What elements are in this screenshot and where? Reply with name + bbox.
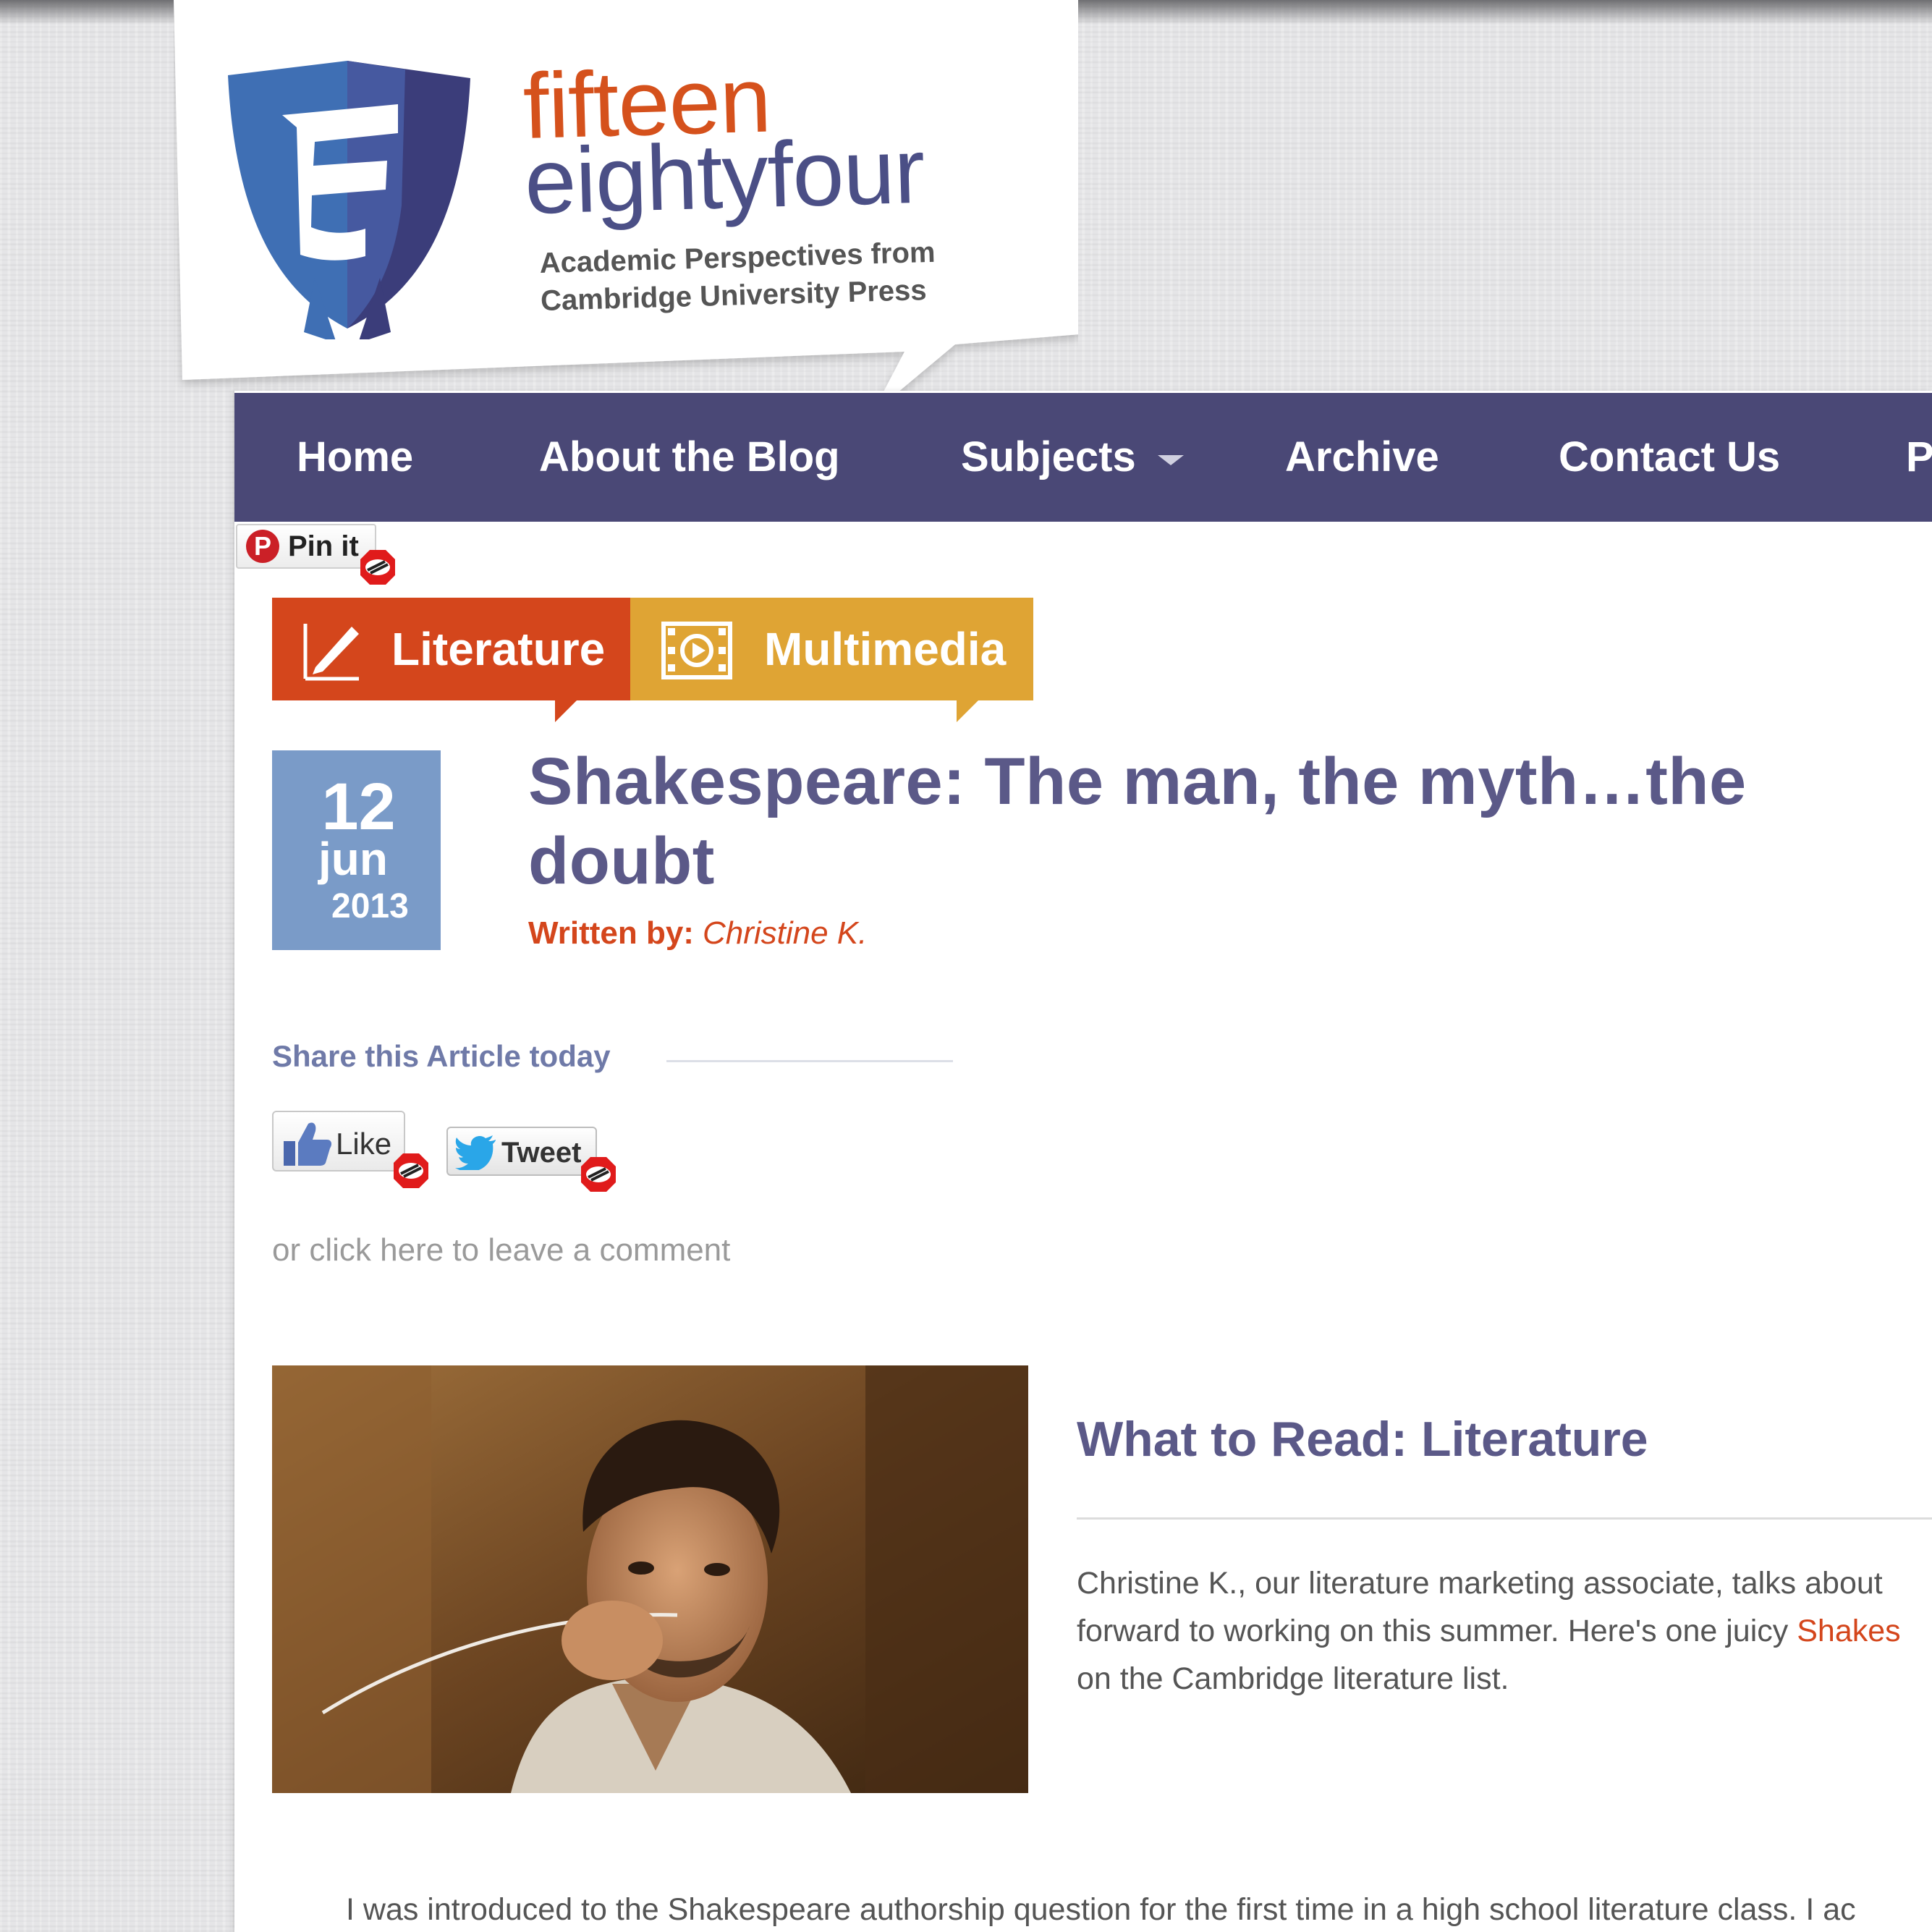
nav-subjects[interactable]: Subjects [961,393,1184,522]
tweet-label: Tweet [501,1137,582,1169]
nav-contact-us[interactable]: Contact Us [1559,393,1780,522]
main-navigation: Home About the Blog Subjects Archive Con… [234,393,1932,522]
category-tab-tail [555,700,577,722]
category-tab-tail [957,700,978,722]
twitter-bird-icon [455,1135,496,1170]
brand-tagline: Academic Perspectives from Cambridge Uni… [539,232,975,320]
pin-it-label: Pin it [288,530,359,562]
byline-label: Written by: [528,915,694,951]
post-date-badge: 12 jun 2013 [272,750,441,950]
share-divider [666,1060,953,1062]
post-date-day: 12 [321,770,396,844]
category-literature-label: Literature [391,623,606,675]
brand-name-line2: eightyfour [523,119,926,234]
ad-blocker-badge-icon[interactable] [392,1152,430,1190]
post-date-month: jun [318,833,388,885]
nav-item-truncated[interactable]: P [1906,393,1932,522]
read-divider [1077,1517,1932,1520]
post-title: Shakespeare: The man, the myth…the doubt [528,745,1747,898]
summary-text: forward to working on this summer. Here'… [1077,1614,1797,1648]
thumbs-up-icon [284,1122,332,1166]
nav-subjects-label: Subjects [961,433,1136,480]
chevron-down-icon [1157,454,1184,465]
summary-line: on the Cambridge literature list. [1077,1661,1509,1696]
facebook-like-button[interactable]: Like [272,1111,405,1172]
author-link[interactable]: Christine K. [703,915,867,951]
shakespeare-link[interactable]: Shakes [1797,1614,1900,1648]
shakespeare-portrait-image [272,1365,1028,1793]
shield-logo-icon [228,61,470,339]
post-hero-image [272,1365,1028,1793]
category-tab-literature[interactable]: Literature [272,598,631,700]
article-summary: Christine K., our literature marketing a… [1077,1559,1931,1703]
category-tab-multimedia[interactable]: Multimedia [630,598,1033,700]
pinterest-icon: P [246,530,279,563]
article-body-text: I was introduced to the Shakespeare auth… [346,1892,1856,1927]
ad-blocker-badge-icon[interactable] [359,548,397,586]
what-to-read-heading: What to Read: Literature [1077,1412,1648,1467]
film-play-icon [661,622,732,679]
pen-icon [303,624,359,681]
summary-line: Christine K., our literature marketing a… [1077,1566,1883,1601]
nav-archive[interactable]: Archive [1285,393,1439,522]
ad-blocker-badge-icon[interactable] [580,1156,617,1193]
tweet-button[interactable]: Tweet [446,1127,597,1176]
summary-line: forward to working on this summer. Here'… [1077,1607,1931,1655]
like-label: Like [336,1127,392,1161]
post-date-year: 2013 [331,887,409,925]
share-heading: Share this Article today [272,1039,611,1073]
nav-about-blog[interactable]: About the Blog [539,393,840,522]
leave-comment-link[interactable]: or click here to leave a comment [272,1232,730,1268]
category-multimedia-label: Multimedia [764,623,1007,675]
nav-home[interactable]: Home [297,393,413,522]
post-byline: Written by: Christine K. [528,915,867,952]
pin-it-button[interactable]: P Pin it [236,524,376,569]
